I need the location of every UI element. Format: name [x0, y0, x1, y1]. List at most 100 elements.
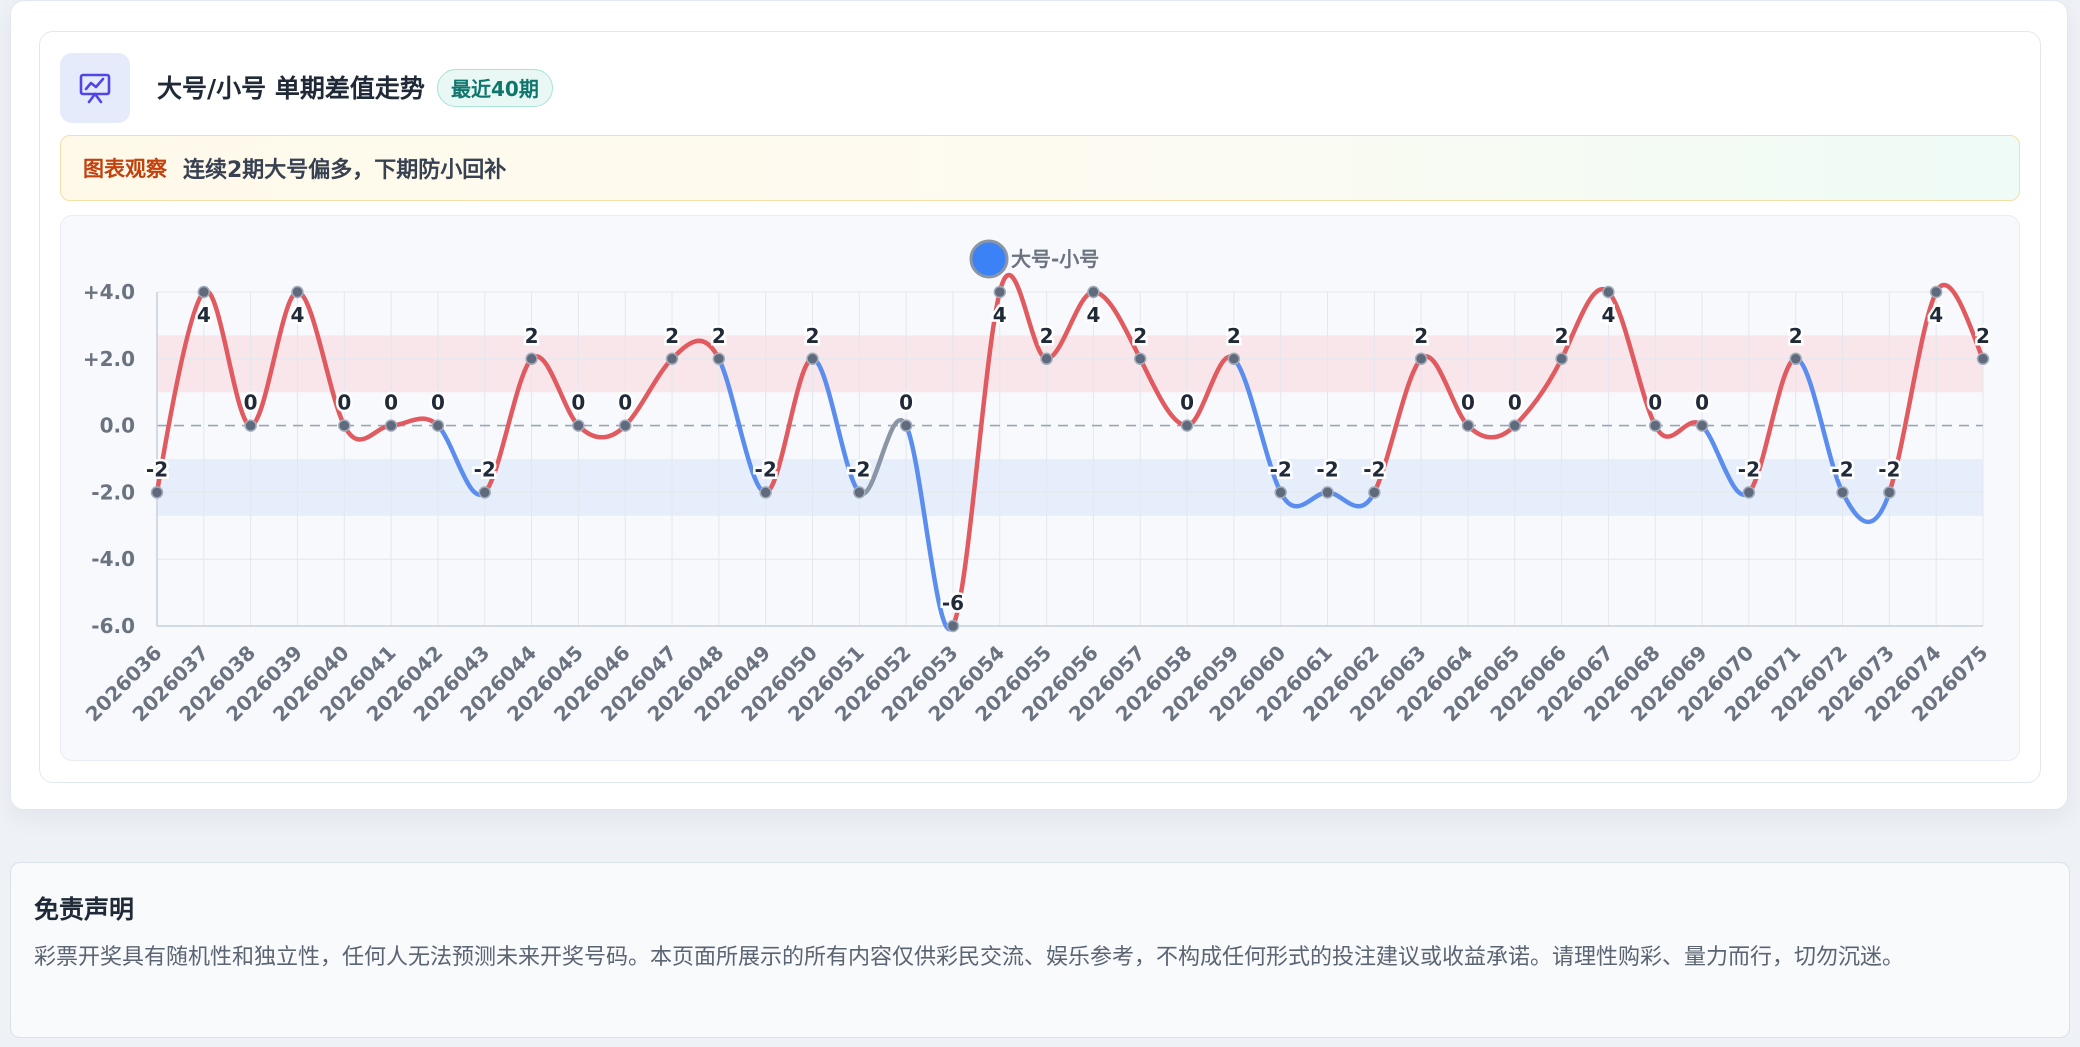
data-label: -6 — [942, 591, 964, 615]
data-label: 0 — [1648, 391, 1662, 415]
data-label: 2 — [806, 324, 820, 348]
data-label: 0 — [618, 391, 632, 415]
data-label: 0 — [431, 391, 445, 415]
data-label: -2 — [474, 457, 496, 481]
data-point[interactable] — [1789, 352, 1802, 366]
data-point[interactable] — [993, 285, 1007, 299]
data-point[interactable] — [1414, 352, 1428, 366]
data-point[interactable] — [1461, 419, 1475, 432]
data-label: 4 — [291, 303, 305, 327]
data-label: -2 — [146, 457, 168, 481]
data-point[interactable] — [1836, 486, 1849, 499]
period-badge: 最近40期 — [437, 69, 553, 107]
series-line-segment — [388, 416, 441, 428]
insight-tag: 图表观察 — [83, 157, 167, 181]
data-point[interactable] — [244, 419, 257, 432]
y-tick-label: 0.0 — [100, 414, 135, 438]
data-point[interactable] — [291, 285, 304, 299]
y-tick-label: +4.0 — [83, 280, 135, 304]
data-point[interactable] — [665, 352, 679, 366]
data-label: 0 — [337, 391, 351, 415]
data-point[interactable] — [572, 419, 585, 432]
chart-card-title: 大号/小号 单期差值走势 — [157, 74, 425, 103]
data-point[interactable] — [1227, 352, 1241, 366]
data-label: 2 — [712, 324, 726, 348]
data-label: -2 — [1363, 457, 1385, 481]
data-point[interactable] — [478, 486, 491, 499]
chart-insight-banner: 图表观察 连续2期大号偏多，下期防小回补 — [60, 135, 2020, 201]
data-point[interactable] — [853, 486, 866, 499]
data-point[interactable] — [1602, 285, 1615, 299]
data-label: 2 — [1789, 324, 1803, 348]
data-point[interactable] — [384, 419, 398, 432]
chart-legend[interactable]: 大号-小号 — [969, 239, 1099, 279]
data-point[interactable] — [1695, 419, 1709, 432]
data-point[interactable] — [712, 352, 726, 366]
insight-text: 连续2期大号偏多，下期防小回补 — [183, 158, 507, 183]
data-label: 4 — [1929, 303, 1943, 327]
data-label: 2 — [665, 324, 679, 348]
data-label: 4 — [993, 303, 1007, 327]
data-label: -2 — [848, 457, 870, 481]
y-tick-label: -2.0 — [91, 480, 135, 504]
data-label: 4 — [1601, 303, 1615, 327]
data-point[interactable] — [1087, 285, 1100, 299]
data-label: 0 — [571, 391, 585, 415]
data-label: 4 — [197, 303, 211, 327]
y-tick-label: +2.0 — [83, 347, 135, 371]
disclaimer-section: 免责声明 彩票开奖具有随机性和独立性，任何人无法预测未来开奖号码。本页面所展示的… — [10, 862, 2070, 1038]
data-point[interactable] — [1180, 419, 1194, 432]
data-point[interactable] — [618, 419, 632, 432]
data-point[interactable] — [197, 285, 211, 299]
data-label: 2 — [1555, 324, 1569, 348]
data-label: 0 — [1508, 391, 1522, 415]
data-label: 4 — [1086, 303, 1100, 327]
data-point[interactable] — [1555, 352, 1568, 366]
data-point[interactable] — [759, 486, 772, 499]
data-point[interactable] — [946, 619, 960, 633]
y-tick-label: -4.0 — [91, 547, 135, 571]
low-band — [157, 459, 1983, 516]
data-point[interactable] — [1976, 352, 1990, 366]
series-line-segment — [342, 423, 394, 442]
data-point[interactable] — [338, 419, 351, 432]
trend-chart-card: 大号/小号 单期差值走势 最近40期 图表观察 连续2期大号偏多，下期防小回补 … — [39, 31, 2041, 783]
y-tick-label: -6.0 — [91, 614, 135, 638]
data-label: 0 — [384, 391, 398, 415]
data-point[interactable] — [1508, 419, 1522, 432]
data-point[interactable] — [1368, 486, 1381, 499]
data-label: -2 — [755, 457, 777, 481]
data-label: 2 — [1414, 324, 1428, 348]
data-label: 2 — [1227, 324, 1241, 348]
data-label: -2 — [1316, 457, 1338, 481]
data-point[interactable] — [1742, 486, 1756, 499]
legend-marker — [969, 239, 1009, 279]
data-point[interactable] — [899, 419, 913, 432]
data-label: 2 — [1040, 324, 1054, 348]
disclaimer-title: 免责声明 — [34, 895, 135, 924]
data-label: 0 — [244, 391, 258, 415]
data-point[interactable] — [1040, 352, 1053, 366]
data-point[interactable] — [1929, 285, 1943, 299]
trend-outer-card: 大号/小号 单期差值走势 最近40期 图表观察 连续2期大号偏多，下期防小回补 … — [10, 0, 2068, 810]
data-point[interactable] — [806, 352, 819, 366]
data-point[interactable] — [150, 486, 164, 499]
data-label: -2 — [1878, 457, 1900, 481]
data-label: 0 — [1180, 391, 1194, 415]
data-point[interactable] — [431, 419, 445, 432]
data-point[interactable] — [1321, 486, 1334, 499]
data-label: 2 — [525, 324, 539, 348]
data-point[interactable] — [1133, 352, 1147, 366]
series-line-segment — [576, 423, 628, 440]
legend-label: 大号-小号 — [1011, 247, 1099, 271]
data-point[interactable] — [1649, 419, 1662, 432]
high-band — [157, 335, 1983, 393]
chart-panel: +4.0 +2.0 0.0 -2.0 -4.0 -6.0 -2 4 0 4 0 0 0 -2 2 0 0 2 2 -2… — [60, 215, 2020, 761]
series-line-segment — [1653, 420, 1705, 439]
data-point[interactable] — [1274, 486, 1287, 499]
data-label: 0 — [1695, 391, 1709, 415]
data-point[interactable] — [525, 352, 538, 366]
data-label: 0 — [899, 391, 913, 415]
data-point[interactable] — [1883, 486, 1896, 499]
chart-presentation-icon — [60, 53, 130, 123]
